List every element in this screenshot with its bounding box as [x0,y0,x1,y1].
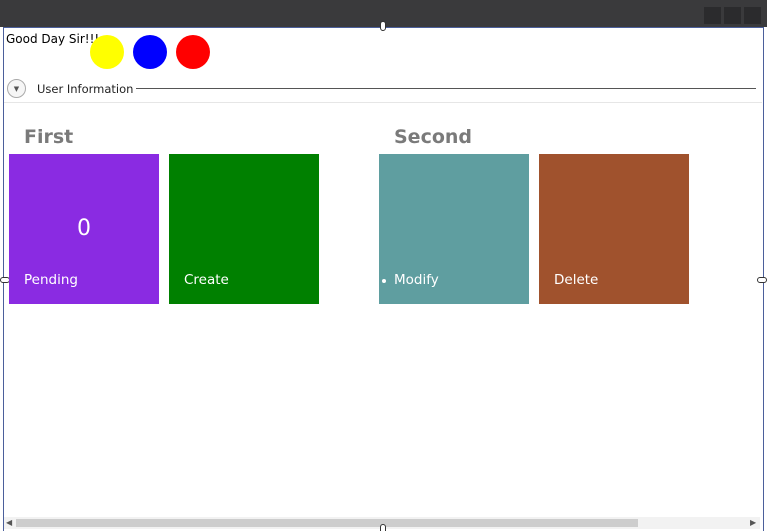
create-tile-label: Create [184,272,229,288]
pending-count: 0 [77,216,91,241]
pending-tile-label: Pending [24,272,78,288]
greeting-text: Good Day Sir!!! [6,32,100,46]
expander-header-label[interactable]: User Information [37,82,133,96]
resize-handle-right[interactable] [757,277,767,283]
scroll-left-icon[interactable]: ◀ [6,518,12,527]
modify-tile[interactable]: Modify [379,154,529,304]
red-indicator [176,35,210,69]
resize-handle-top[interactable] [380,21,386,31]
modify-dot-marker [382,279,386,283]
yellow-indicator [90,35,124,69]
scrollbar-thumb[interactable] [16,519,638,527]
app-window: Good Day Sir!!! ▼ User Information First… [0,0,767,531]
scroll-right-icon[interactable]: ▶ [750,518,756,527]
group-title-second: Second [394,126,473,148]
close-button[interactable] [744,7,761,24]
blue-indicator [133,35,167,69]
group-title-first: First [24,126,74,148]
expander-divider [136,88,756,89]
chevron-down-icon: ▼ [13,84,20,93]
resize-handle-bottom[interactable] [380,524,386,531]
maximize-button[interactable] [724,7,741,24]
minimize-button[interactable] [704,7,721,24]
delete-tile[interactable]: Delete [539,154,689,304]
expander-toggle-button[interactable]: ▼ [7,79,26,98]
create-tile[interactable]: Create [169,154,319,304]
pending-tile[interactable]: 0 Pending [9,154,159,304]
delete-tile-label: Delete [554,272,599,288]
section-divider [4,102,762,103]
modify-tile-label: Modify [394,272,439,288]
